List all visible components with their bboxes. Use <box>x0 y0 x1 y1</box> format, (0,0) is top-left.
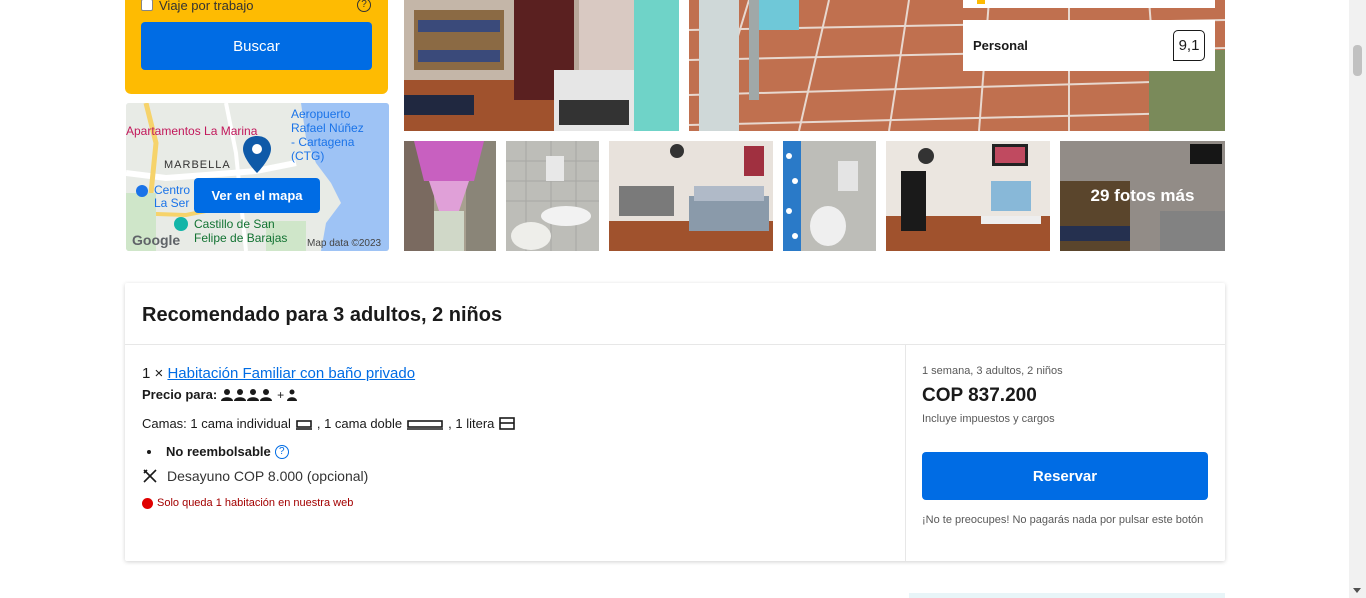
view-map-button[interactable]: Ver en el mapa <box>194 178 320 213</box>
stay-summary: 1 semana, 3 adultos, 2 niños <box>922 365 1063 377</box>
beds-single-label: Camas: 1 cama individual <box>142 416 291 431</box>
beds-row: Camas: 1 cama individual , 1 cama doble … <box>142 416 520 431</box>
score-card-top <box>963 0 1215 8</box>
photo-thumbnail[interactable] <box>886 141 1050 251</box>
reserve-note: ¡No te preocupes! No pagarás nada por pu… <box>922 514 1204 526</box>
recommendation-card: Recomendado para 3 adultos, 2 niños 1 × … <box>125 283 1225 561</box>
map-data-attribution: Map data ©2023 <box>307 238 382 249</box>
more-photos-label[interactable]: 29 fotos más <box>1060 141 1225 251</box>
room-photo-image <box>404 0 679 131</box>
beds-bunk-label: , 1 litera <box>448 416 495 431</box>
room-tv-photo-image <box>886 141 1050 251</box>
bedroom-photo-image <box>609 141 773 251</box>
map-preview[interactable]: Apartamentos La Marina Aeropuerto Rafael… <box>126 103 389 251</box>
breakfast-row: Desayuno COP 8.000 (opcional) <box>142 468 368 484</box>
card-divider <box>125 344 1225 345</box>
business-trip-label: Viaje por trabajo <box>159 0 254 13</box>
more-photos-tile[interactable]: 29 fotos más <box>1060 141 1225 251</box>
score-category-label: Personal <box>973 38 1028 53</box>
total-price: COP 837.200 <box>922 385 1037 406</box>
bunk-bed-icon <box>499 417 516 430</box>
person-icon <box>221 388 273 401</box>
photo-thumbnail[interactable] <box>783 141 876 251</box>
price-for-plus: + <box>277 387 285 402</box>
vertical-scrollbar[interactable] <box>1349 0 1366 598</box>
refund-policy-row: No reembolsable ? <box>147 444 289 459</box>
breakfast-label: Desayuno COP 8.000 (opcional) <box>167 468 369 484</box>
room-line: 1 × Habitación Familiar con baño privado <box>142 365 415 382</box>
map-label-centro: Centro La Ser <box>154 183 191 210</box>
price-for-label: Precio para: <box>142 387 218 402</box>
photo-thumbnail[interactable] <box>404 141 496 251</box>
review-score-card: Personal 9,1 <box>963 20 1215 71</box>
recommendation-title: Recomendado para 3 adultos, 2 niños <box>142 304 503 326</box>
photo-thumbnail[interactable] <box>609 141 773 251</box>
photo-thumbnail[interactable] <box>506 141 599 251</box>
cutlery-icon <box>143 469 157 483</box>
map-label-castillo: Castillo de San Felipe de Barajas <box>194 217 288 245</box>
question-icon[interactable]: ? <box>357 0 371 12</box>
bathroom-photo-image <box>506 141 599 251</box>
scarcity-row: Solo queda 1 habitación en nuestra web <box>142 497 353 509</box>
shower-photo-image <box>783 141 876 251</box>
room-quantity: 1 × <box>142 365 164 382</box>
card-vertical-divider <box>905 345 906 561</box>
room-name-link[interactable]: Habitación Familiar con baño privado <box>167 365 415 382</box>
scroll-down-arrow-icon[interactable] <box>1353 588 1361 593</box>
refund-policy-label: No reembolsable <box>166 444 271 459</box>
map-label-neighborhood: MARBELLA <box>164 159 231 171</box>
info-icon[interactable]: ? <box>274 444 289 459</box>
search-panel: Viaje por trabajo ? Buscar <box>125 0 388 94</box>
scarcity-label: Solo queda 1 habitación en nuestra web <box>157 497 354 509</box>
single-bed-icon <box>295 419 312 430</box>
reserve-button[interactable]: Reservar <box>922 452 1208 500</box>
beds-double-label: , 1 cama doble <box>316 416 403 431</box>
bullet-icon <box>147 449 151 454</box>
room-photo-main[interactable] <box>404 0 679 131</box>
search-button[interactable]: Buscar <box>141 22 372 70</box>
next-section-strip <box>909 593 1225 598</box>
scrollbar-thumb[interactable] <box>1353 45 1362 76</box>
score-value: 9,1 <box>1173 30 1205 61</box>
price-for-row: Precio para: + <box>142 387 298 402</box>
map-label-place: Apartamentos La Marina <box>126 124 258 138</box>
business-trip-checkbox[interactable] <box>141 0 153 11</box>
child-icon <box>287 389 298 401</box>
map-label-airport: Aeropuerto Rafael Núñez - Cartagena (CTG… <box>291 107 364 163</box>
red-dot-icon <box>142 497 153 509</box>
alley-photo-image <box>404 141 496 251</box>
hotel-page: Viaje por trabajo ? Buscar Apartamentos … <box>0 0 1366 598</box>
taxes-note: Incluye impuestos y cargos <box>922 413 1055 425</box>
google-logo: Google <box>132 232 181 248</box>
double-bed-icon <box>407 419 444 430</box>
business-trip-row[interactable]: Viaje por trabajo ? <box>141 0 373 13</box>
